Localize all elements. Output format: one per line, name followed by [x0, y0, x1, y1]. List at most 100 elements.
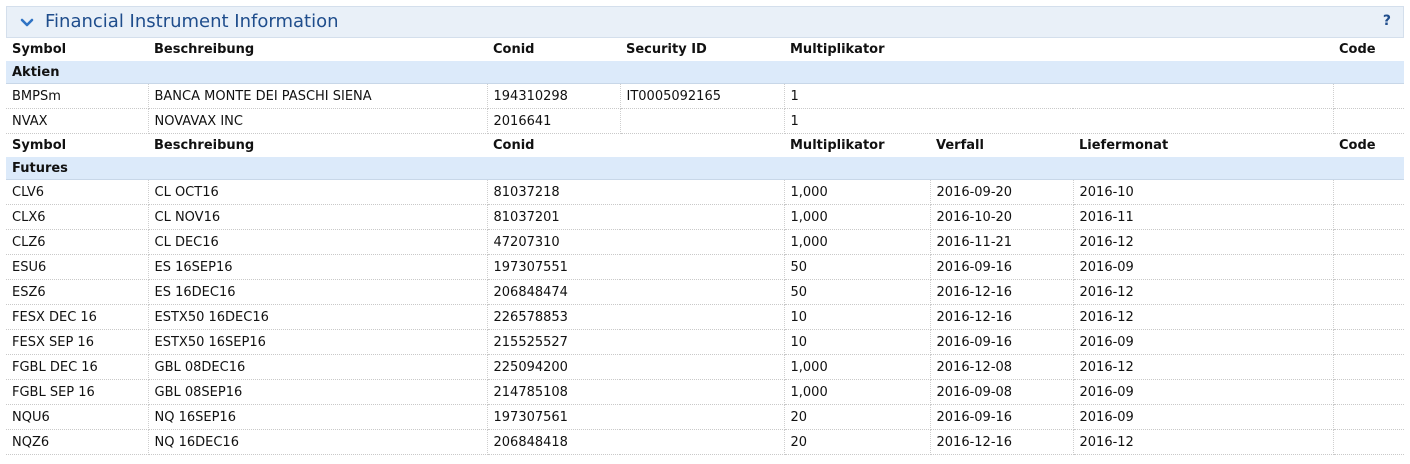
cell-delivery: 2016-12 — [1073, 354, 1334, 380]
cell-multiplier: 1,000 — [784, 379, 931, 405]
table-row[interactable]: FGBL DEC 16 GBL 08DEC16 225094200 1,000 2016… — [6, 354, 1405, 380]
cell-code — [1333, 429, 1405, 455]
cell-expiry: 2016-12-16 — [930, 279, 1074, 305]
table-row[interactable]: NQU6 NQ 16SEP16 197307561 20 2016-09-16 2016-… — [6, 404, 1405, 430]
section-header-stocks: Aktien — [6, 61, 1405, 84]
cell-description: ESTX50 16DEC16 — [148, 304, 488, 330]
cell-description: CL DEC16 — [148, 229, 488, 255]
cell-description: NQ 16DEC16 — [148, 429, 488, 455]
cell-code — [1333, 83, 1405, 109]
cell-multiplier: 1 — [784, 108, 1334, 134]
cell-multiplier: 20 — [784, 404, 931, 430]
cell-expiry: 2016-10-20 — [930, 204, 1074, 230]
cell-description: GBL 08SEP16 — [148, 379, 488, 405]
cell-expiry: 2016-12-16 — [930, 429, 1074, 455]
table-row[interactable]: NQZ6 NQ 16DEC16 206848418 20 2016-12-16 2016-… — [6, 429, 1405, 455]
cell-code — [1333, 304, 1405, 330]
table-row[interactable]: CLV6 CL OCT16 81037218 1,000 2016-09-20 2016-… — [6, 179, 1405, 205]
table-row[interactable]: CLZ6 CL DEC16 47207310 1,000 2016-11-21 2016-… — [6, 229, 1405, 255]
cell-delivery: 2016-09 — [1073, 329, 1334, 355]
cell-expiry: 2016-11-21 — [930, 229, 1074, 255]
cell-symbol: CLX6 — [6, 204, 149, 230]
cell-multiplier: 1,000 — [784, 229, 931, 255]
cell-conid: 225094200 — [487, 354, 785, 380]
cell-symbol: CLV6 — [6, 179, 149, 205]
help-icon[interactable]: ? — [1383, 13, 1391, 29]
cell-multiplier: 10 — [784, 304, 931, 330]
cell-description: ESTX50 16SEP16 — [148, 329, 488, 355]
section-title-stocks: Aktien — [6, 61, 1405, 84]
cell-delivery: 2016-11 — [1073, 204, 1334, 230]
cell-security-id: IT0005092165 — [620, 83, 785, 109]
section-title-futures: Futures — [6, 157, 1405, 180]
cell-description: NOVAVAX INC — [148, 108, 488, 134]
cell-code — [1333, 354, 1405, 380]
chevron-down-icon[interactable] — [19, 16, 35, 30]
cell-code — [1333, 404, 1405, 430]
cell-conid: 2016641 — [487, 108, 621, 134]
table-row[interactable]: BMPSm BANCA MONTE DEI PASCHI SIENA 1943102… — [6, 83, 1405, 109]
cell-description: GBL 08DEC16 — [148, 354, 488, 380]
table-row[interactable]: ESZ6 ES 16DEC16 206848474 50 2016-12-16 2016-… — [6, 279, 1405, 305]
cell-delivery: 2016-09 — [1073, 404, 1334, 430]
cell-delivery: 2016-09 — [1073, 254, 1334, 280]
cell-expiry: 2016-09-16 — [930, 254, 1074, 280]
cell-conid: 206848474 — [487, 279, 785, 305]
cell-expiry: 2016-09-16 — [930, 329, 1074, 355]
cell-multiplier: 20 — [784, 429, 931, 455]
table-row[interactable]: NVAX NOVAVAX INC 2016641 1 — [6, 108, 1405, 134]
col-header-security-id: Security ID — [626, 42, 707, 57]
cell-description: CL NOV16 — [148, 204, 488, 230]
col-header-symbol: Symbol — [12, 42, 67, 57]
col-header-multiplier: Multiplikator — [790, 42, 885, 57]
cell-delivery: 2016-10 — [1073, 179, 1334, 205]
cell-description: ES 16DEC16 — [148, 279, 488, 305]
cell-security-id — [620, 108, 785, 134]
cell-description: NQ 16SEP16 — [148, 404, 488, 430]
cell-expiry: 2016-09-08 — [930, 379, 1074, 405]
stocks-header-row: Symbol Beschreibung Conid Security ID Multip… — [6, 38, 1404, 61]
section-header-futures: Futures — [6, 157, 1405, 180]
cell-delivery: 2016-12 — [1073, 279, 1334, 305]
cell-multiplier: 50 — [784, 279, 931, 305]
cell-code — [1333, 229, 1405, 255]
cell-conid: 215525527 — [487, 329, 785, 355]
cell-symbol: NQZ6 — [6, 429, 149, 455]
cell-code — [1333, 254, 1405, 280]
cell-multiplier: 1,000 — [784, 179, 931, 205]
cell-conid: 206848418 — [487, 429, 785, 455]
table-row[interactable]: FGBL SEP 16 GBL 08SEP16 214785108 1,000 2016… — [6, 379, 1405, 405]
cell-multiplier: 1,000 — [784, 204, 931, 230]
col-header-symbol: Symbol — [12, 138, 67, 153]
col-header-delivery: Liefermonat — [1079, 138, 1169, 153]
cell-description: CL OCT16 — [148, 179, 488, 205]
col-header-conid: Conid — [493, 42, 535, 57]
cell-code — [1333, 279, 1405, 305]
cell-multiplier: 1 — [784, 83, 1334, 109]
cell-code — [1333, 329, 1405, 355]
cell-symbol: NQU6 — [6, 404, 149, 430]
cell-symbol: ESZ6 — [6, 279, 149, 305]
table-row[interactable]: FESX SEP 16 ESTX50 16SEP16 215525527 10 2016… — [6, 329, 1405, 355]
cell-symbol: NVAX — [6, 108, 149, 134]
table-row[interactable]: FESX DEC 16 ESTX50 16DEC16 226578853 10 2016… — [6, 304, 1405, 330]
cell-symbol: CLZ6 — [6, 229, 149, 255]
panel-header[interactable]: Financial Instrument Information ? — [6, 6, 1404, 38]
cell-delivery: 2016-09 — [1073, 379, 1334, 405]
cell-description: ES 16SEP16 — [148, 254, 488, 280]
cell-conid: 214785108 — [487, 379, 785, 405]
col-header-code: Code — [1339, 42, 1376, 57]
cell-conid: 81037218 — [487, 179, 785, 205]
table-row[interactable]: CLX6 CL NOV16 81037201 1,000 2016-10-20 2016-… — [6, 204, 1405, 230]
col-header-code: Code — [1339, 138, 1376, 153]
panel-title: Financial Instrument Information — [45, 11, 339, 32]
cell-delivery: 2016-12 — [1073, 229, 1334, 255]
futures-header-row: Symbol Beschreibung Conid Multiplikator Verf… — [6, 134, 1404, 158]
cell-symbol: FGBL SEP 16 — [6, 379, 149, 405]
cell-symbol: ESU6 — [6, 254, 149, 280]
table-row[interactable]: ESU6 ES 16SEP16 197307551 50 2016-09-16 2016-… — [6, 254, 1405, 280]
cell-multiplier: 50 — [784, 254, 931, 280]
cell-description: BANCA MONTE DEI PASCHI SIENA — [148, 83, 488, 109]
cell-symbol: FESX DEC 16 — [6, 304, 149, 330]
cell-code — [1333, 379, 1405, 405]
